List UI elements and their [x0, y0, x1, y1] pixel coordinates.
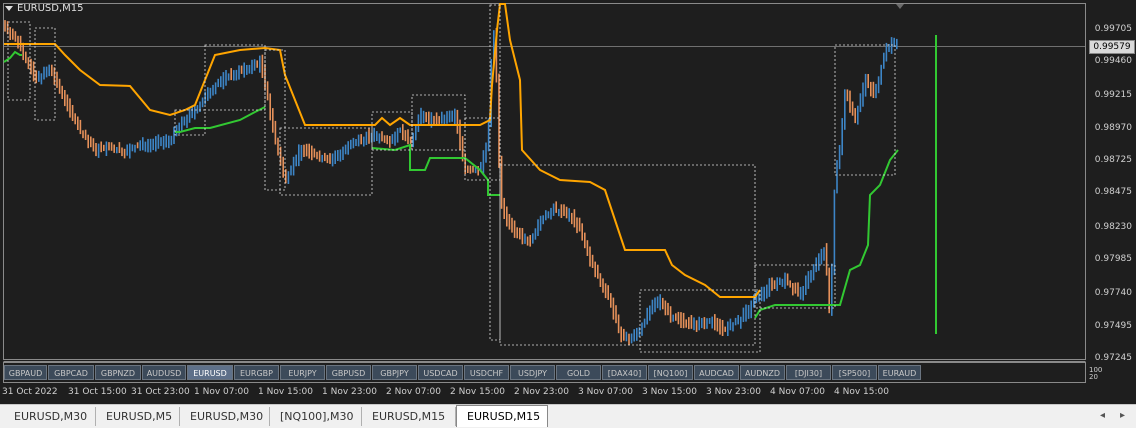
symbol-button-eurusd[interactable]: EURUSD: [187, 365, 233, 380]
lower-band-line: [371, 143, 500, 196]
price-tick-label: 0.99705: [1094, 24, 1132, 34]
range-box: [204, 44, 266, 111]
price-tick-label: 0.98475: [1094, 187, 1132, 197]
arrow-right-icon[interactable]: ▸: [1120, 410, 1125, 421]
price-tick-label: 0.98970: [1094, 123, 1132, 133]
symbol-button-usdchf[interactable]: USDCHF: [464, 365, 509, 380]
symbol-button-audusd[interactable]: AUDUSD: [142, 365, 186, 380]
price-tick-label: 0.99215: [1094, 90, 1132, 100]
price-tick-label: 0.97985: [1094, 254, 1132, 264]
chart-tab[interactable]: EURUSD,M30: [4, 407, 96, 426]
symbol-button-gbpcad[interactable]: GBPCAD: [48, 365, 94, 380]
symbol-button-audnzd[interactable]: AUDNZD: [740, 365, 785, 380]
price-tick-label: 0.98725: [1094, 155, 1132, 165]
price-tick-label: 0.97245: [1094, 353, 1132, 363]
symbol-button-audcad[interactable]: AUDCAD: [694, 365, 739, 380]
symbol-button-sp500[interactable]: [SP500]: [832, 365, 877, 380]
chart-tab[interactable]: EURUSD,M15: [362, 407, 456, 426]
symbol-button-euraud[interactable]: EURAUD: [878, 365, 921, 380]
lower-band-line: [3, 50, 22, 63]
time-tick-label: 2 Nov 15:00: [450, 387, 505, 397]
chart-canvas[interactable]: [0, 0, 1136, 404]
chart-title-text: EURUSD,M15: [17, 3, 84, 14]
symbol-button-gbpnzd[interactable]: GBPNZD: [95, 365, 141, 380]
indicator-scale-bottom: 20: [1089, 373, 1098, 381]
symbol-button-gbpjpy[interactable]: GBPJPY: [372, 365, 417, 380]
price-tick-label: 0.99460: [1094, 56, 1132, 66]
price-chart[interactable]: EURUSD,M15 0.99705 0.99460 0.99215 0.98970 0…: [0, 0, 1136, 427]
symbol-button-eurjpy[interactable]: EURJPY: [280, 365, 325, 380]
time-tick-label: 1 Nov 15:00: [258, 387, 313, 397]
symbol-button-nq100[interactable]: [NQ100]: [648, 365, 693, 380]
chart-tab[interactable]: [NQ100],M30: [270, 407, 362, 426]
chart-tab[interactable]: EURUSD,M15: [456, 405, 548, 427]
time-tick-label: 3 Nov 15:00: [642, 387, 697, 397]
symbol-button-usdcad[interactable]: USDCAD: [418, 365, 463, 380]
symbol-button-gold[interactable]: GOLD: [556, 365, 601, 380]
current-price-label: 0.99579: [1089, 40, 1135, 54]
time-tick-label: 3 Nov 23:00: [706, 387, 761, 397]
time-tick-label: 31 Oct 15:00: [68, 387, 127, 397]
symbol-button-eurgbp[interactable]: EURGBP: [234, 365, 279, 380]
symbol-button-gbpaud[interactable]: GBPAUD: [4, 365, 47, 380]
range-box: [264, 49, 286, 191]
range-box: [7, 21, 31, 101]
time-tick-label: 2 Nov 07:00: [386, 387, 441, 397]
time-tick-label: 31 Oct 2022: [2, 387, 58, 397]
price-tick-label: 0.97740: [1094, 288, 1132, 298]
lower-band-line: [175, 106, 266, 133]
chart-frame: [3, 3, 1086, 360]
time-tick-label: 31 Oct 23:00: [131, 387, 190, 397]
time-tick-label: 3 Nov 07:00: [578, 387, 633, 397]
chart-title: EURUSD,M15: [5, 3, 83, 14]
time-tick-label: 4 Nov 15:00: [834, 387, 889, 397]
symbol-button-dji30[interactable]: [DJI30]: [786, 365, 831, 380]
chart-tab[interactable]: EURUSD,M5: [96, 407, 180, 426]
time-tick-label: 4 Nov 07:00: [770, 387, 825, 397]
price-tick-label: 0.97495: [1094, 321, 1132, 331]
price-tick-label: 0.98230: [1094, 222, 1132, 232]
chart-tab-bar: EURUSD,M30 EURUSD,M5 EURUSD,M30 [NQ100],M30…: [0, 404, 1136, 428]
triangle-down-icon[interactable]: [5, 6, 13, 11]
symbol-button-gbpusd[interactable]: GBPUSD: [326, 365, 371, 380]
chart-tab[interactable]: EURUSD,M30: [180, 407, 270, 426]
time-tick-label: 2 Nov 23:00: [514, 387, 569, 397]
marker-triangle-icon: [896, 4, 904, 9]
symbol-button-dax40[interactable]: [DAX40]: [602, 365, 647, 380]
time-tick-label: 1 Nov 23:00: [322, 387, 377, 397]
symbol-button-usdjpy[interactable]: USDJPY: [510, 365, 555, 380]
arrow-left-icon[interactable]: ◂: [1100, 410, 1105, 421]
time-tick-label: 1 Nov 07:00: [194, 387, 249, 397]
